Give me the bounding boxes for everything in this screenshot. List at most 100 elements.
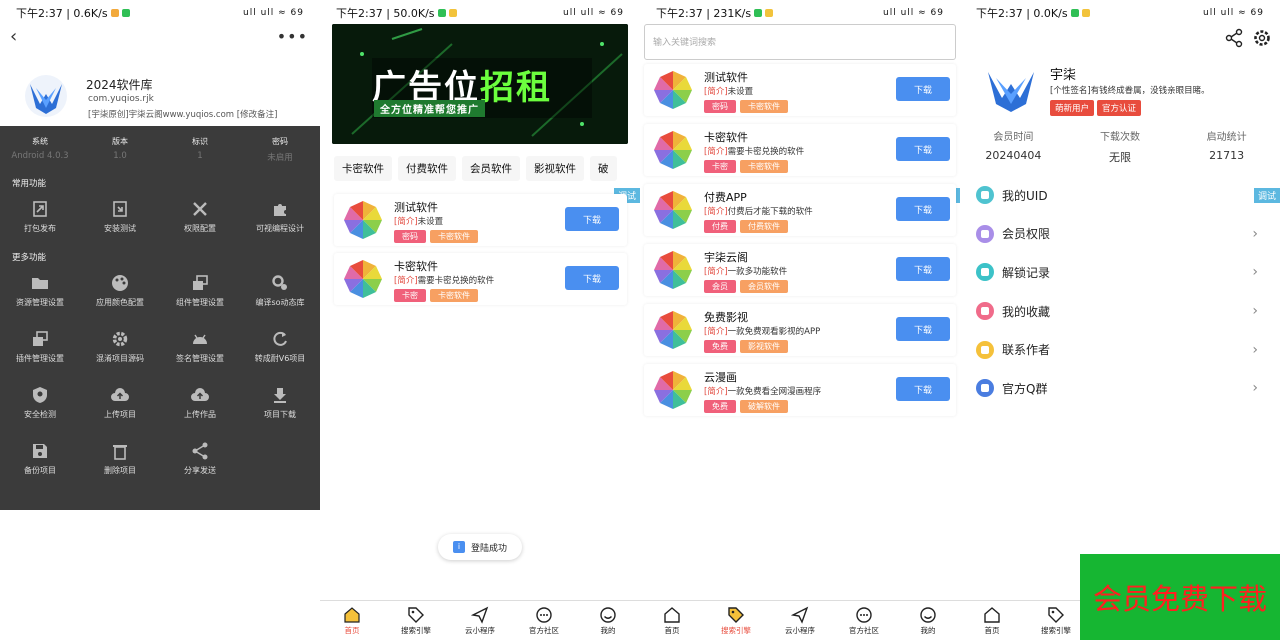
nav-search-engine[interactable]: 搜索引擎 — [704, 601, 768, 640]
download-button[interactable]: 下载 — [896, 77, 950, 101]
tag-list: 卡密 卡密软件 — [394, 289, 478, 302]
tool-delete[interactable]: 删除项目 — [80, 431, 160, 487]
more-icon[interactable]: ••• — [277, 27, 308, 46]
promo-banner[interactable]: 会员免费下载 — [1080, 554, 1280, 640]
info-label: 版本 — [112, 137, 128, 146]
tool-backup[interactable]: 备份项目 — [0, 431, 80, 487]
tool-upload-work[interactable]: 上传作品 — [160, 375, 240, 431]
tag-list: 付费 付费软件 — [704, 220, 788, 233]
download-button[interactable]: 下载 — [896, 137, 950, 161]
tag-icon — [728, 606, 744, 623]
user-avatar[interactable] — [984, 68, 1038, 114]
software-logo — [654, 71, 692, 109]
tool-signing[interactable]: 签名管理设置 — [160, 319, 240, 375]
tool-label: 应用颜色配置 — [96, 298, 144, 307]
tag-category: 卡密软件 — [740, 100, 788, 113]
list-item[interactable]: 测试软件 [简介]未设置 密码 卡密软件 下载 — [334, 194, 627, 246]
notification-icon — [110, 9, 119, 17]
menu-contact-author[interactable]: 联系作者 › — [960, 330, 1280, 369]
nav-mine[interactable]: 我的 — [576, 601, 640, 640]
tool-plugins[interactable]: 插件管理设置 — [0, 319, 80, 375]
tool-obfuscate[interactable]: 混淆项目源码 — [80, 319, 160, 375]
chevron-right-icon: › — [1252, 264, 1258, 281]
tab-member[interactable]: 会员软件 — [462, 156, 520, 181]
list-item[interactable]: 宇柒云阁 [简介]一款多功能软件 会员 会员软件 下载 — [644, 244, 956, 296]
desc-prefix: [简介] — [704, 207, 728, 217]
app-note[interactable]: [宇柒原创]宇柒云阁www.yuqios.com [修改备注] — [88, 108, 277, 120]
stat-value: 20240404 — [985, 149, 1042, 162]
chevron-right-icon: › — [1252, 341, 1258, 358]
software-desc: [简介]一款免费观看影视的APP — [704, 325, 820, 337]
ad-banner[interactable]: 广告位招租 全方位精准帮您推广 — [332, 24, 628, 144]
download-button[interactable]: 下载 — [896, 377, 950, 401]
back-icon[interactable]: ‹ — [10, 26, 17, 47]
tool-convert-v6[interactable]: 转成耐V6项目 — [240, 319, 320, 375]
nav-search-engine[interactable]: 搜索引擎 — [384, 601, 448, 640]
nav-mini-program[interactable]: 云小程序 — [448, 601, 512, 640]
tab-more[interactable]: 破 — [590, 156, 617, 181]
user-stats: 会员时间 20240404 下载次数 无限 启动统计 21713 — [960, 128, 1280, 165]
tool-install[interactable]: 安装测试 — [80, 189, 160, 245]
list-item[interactable]: 付费APP [简介]付费后才能下载的软件 付费 付费软件 下载 — [644, 184, 956, 236]
download-button[interactable]: 下载 — [896, 317, 950, 341]
download-button[interactable]: 下载 — [896, 197, 950, 221]
tab-paid[interactable]: 付费软件 — [398, 156, 456, 181]
list-item[interactable]: 免费影视 [简介]一款免费观看影视的APP 免费 影视软件 下载 — [644, 304, 956, 356]
download-icon — [274, 388, 286, 403]
menu-unlock-records[interactable]: 解锁记录 › — [960, 253, 1280, 292]
settings-icon[interactable] — [1252, 28, 1272, 48]
nav-search-engine[interactable]: 搜索引擎 — [1024, 601, 1088, 640]
download-button[interactable]: 下载 — [565, 266, 619, 290]
unlock-icon — [976, 263, 994, 282]
nav-home[interactable]: 首页 — [320, 601, 384, 640]
list-item[interactable]: 卡密软件 [简介]需要卡密兑换的软件 卡密 卡密软件 下载 — [334, 253, 627, 305]
uid-icon — [976, 186, 994, 205]
download-button[interactable]: 下载 — [565, 207, 619, 231]
gears-icon — [272, 275, 287, 290]
download-button[interactable]: 下载 — [896, 257, 950, 281]
tool-security[interactable]: 安全检测 — [0, 375, 80, 431]
list-item[interactable]: 测试软件 [简介]未设置 密码 卡密软件 下载 — [644, 64, 956, 116]
nav-label: 搜索引擎 — [1041, 625, 1071, 635]
tool-components[interactable]: 组件管理设置 — [160, 263, 240, 319]
section-title: 更多功能 — [12, 253, 47, 263]
android-icon — [193, 334, 207, 344]
tab-card-key[interactable]: 卡密软件 — [334, 156, 392, 181]
tool-download-project[interactable]: 项目下载 — [240, 375, 320, 431]
chat-icon — [536, 606, 552, 623]
list-item[interactable]: 卡密软件 [简介]需要卡密兑换的软件 卡密 卡密软件 下载 — [644, 124, 956, 176]
nav-home[interactable]: 首页 — [640, 601, 704, 640]
share-icon[interactable] — [1224, 28, 1244, 48]
menu-favorites[interactable]: 我的收藏 › — [960, 292, 1280, 331]
tool-resources[interactable]: 资源管理设置 — [0, 263, 80, 319]
stat-downloads: 下载次数 无限 — [1067, 128, 1174, 165]
nav-home[interactable]: 首页 — [960, 601, 1024, 640]
tool-permissions[interactable]: 权限配置 — [160, 189, 240, 245]
tool-compile-so[interactable]: 编译so动态库 — [240, 263, 320, 319]
search-input[interactable]: 输入关键词搜索 — [644, 24, 956, 60]
tool-share[interactable]: 分享发送 — [160, 431, 240, 487]
nav-mine[interactable]: 我的 — [896, 601, 960, 640]
tool-visual[interactable]: 可视编程设计 — [240, 189, 320, 245]
tab-video[interactable]: 影视软件 — [526, 156, 584, 181]
menu-my-uid[interactable]: 我的UID — [960, 176, 1280, 215]
nav-community[interactable]: 官方社区 — [832, 601, 896, 640]
home-icon — [344, 606, 360, 623]
nav-mini-program[interactable]: 云小程序 — [768, 601, 832, 640]
software-title: 云漫画 — [704, 371, 737, 384]
menu-official-group[interactable]: 官方Q群 › — [960, 369, 1280, 408]
home-icon — [984, 606, 1000, 623]
stat-label: 启动统计 — [1206, 132, 1247, 143]
list-item[interactable]: 云漫画 [简介]一款免费看全网漫画程序 免费 破解软件 下载 — [644, 364, 956, 416]
nav-community[interactable]: 官方社区 — [512, 601, 576, 640]
tag-category: 卡密软件 — [430, 230, 478, 243]
tool-upload-project[interactable]: 上传项目 — [80, 375, 160, 431]
cloud-upload-icon — [111, 388, 129, 401]
menu-label: 会员权限 — [1002, 227, 1051, 242]
tool-colors[interactable]: 应用颜色配置 — [80, 263, 160, 319]
software-logo — [654, 311, 692, 349]
menu-member-permissions[interactable]: 会员权限 › — [960, 215, 1280, 254]
tag-category: 会员软件 — [740, 280, 788, 293]
menu-label: 解锁记录 — [1002, 265, 1051, 280]
tool-package[interactable]: 打包发布 — [0, 189, 80, 245]
